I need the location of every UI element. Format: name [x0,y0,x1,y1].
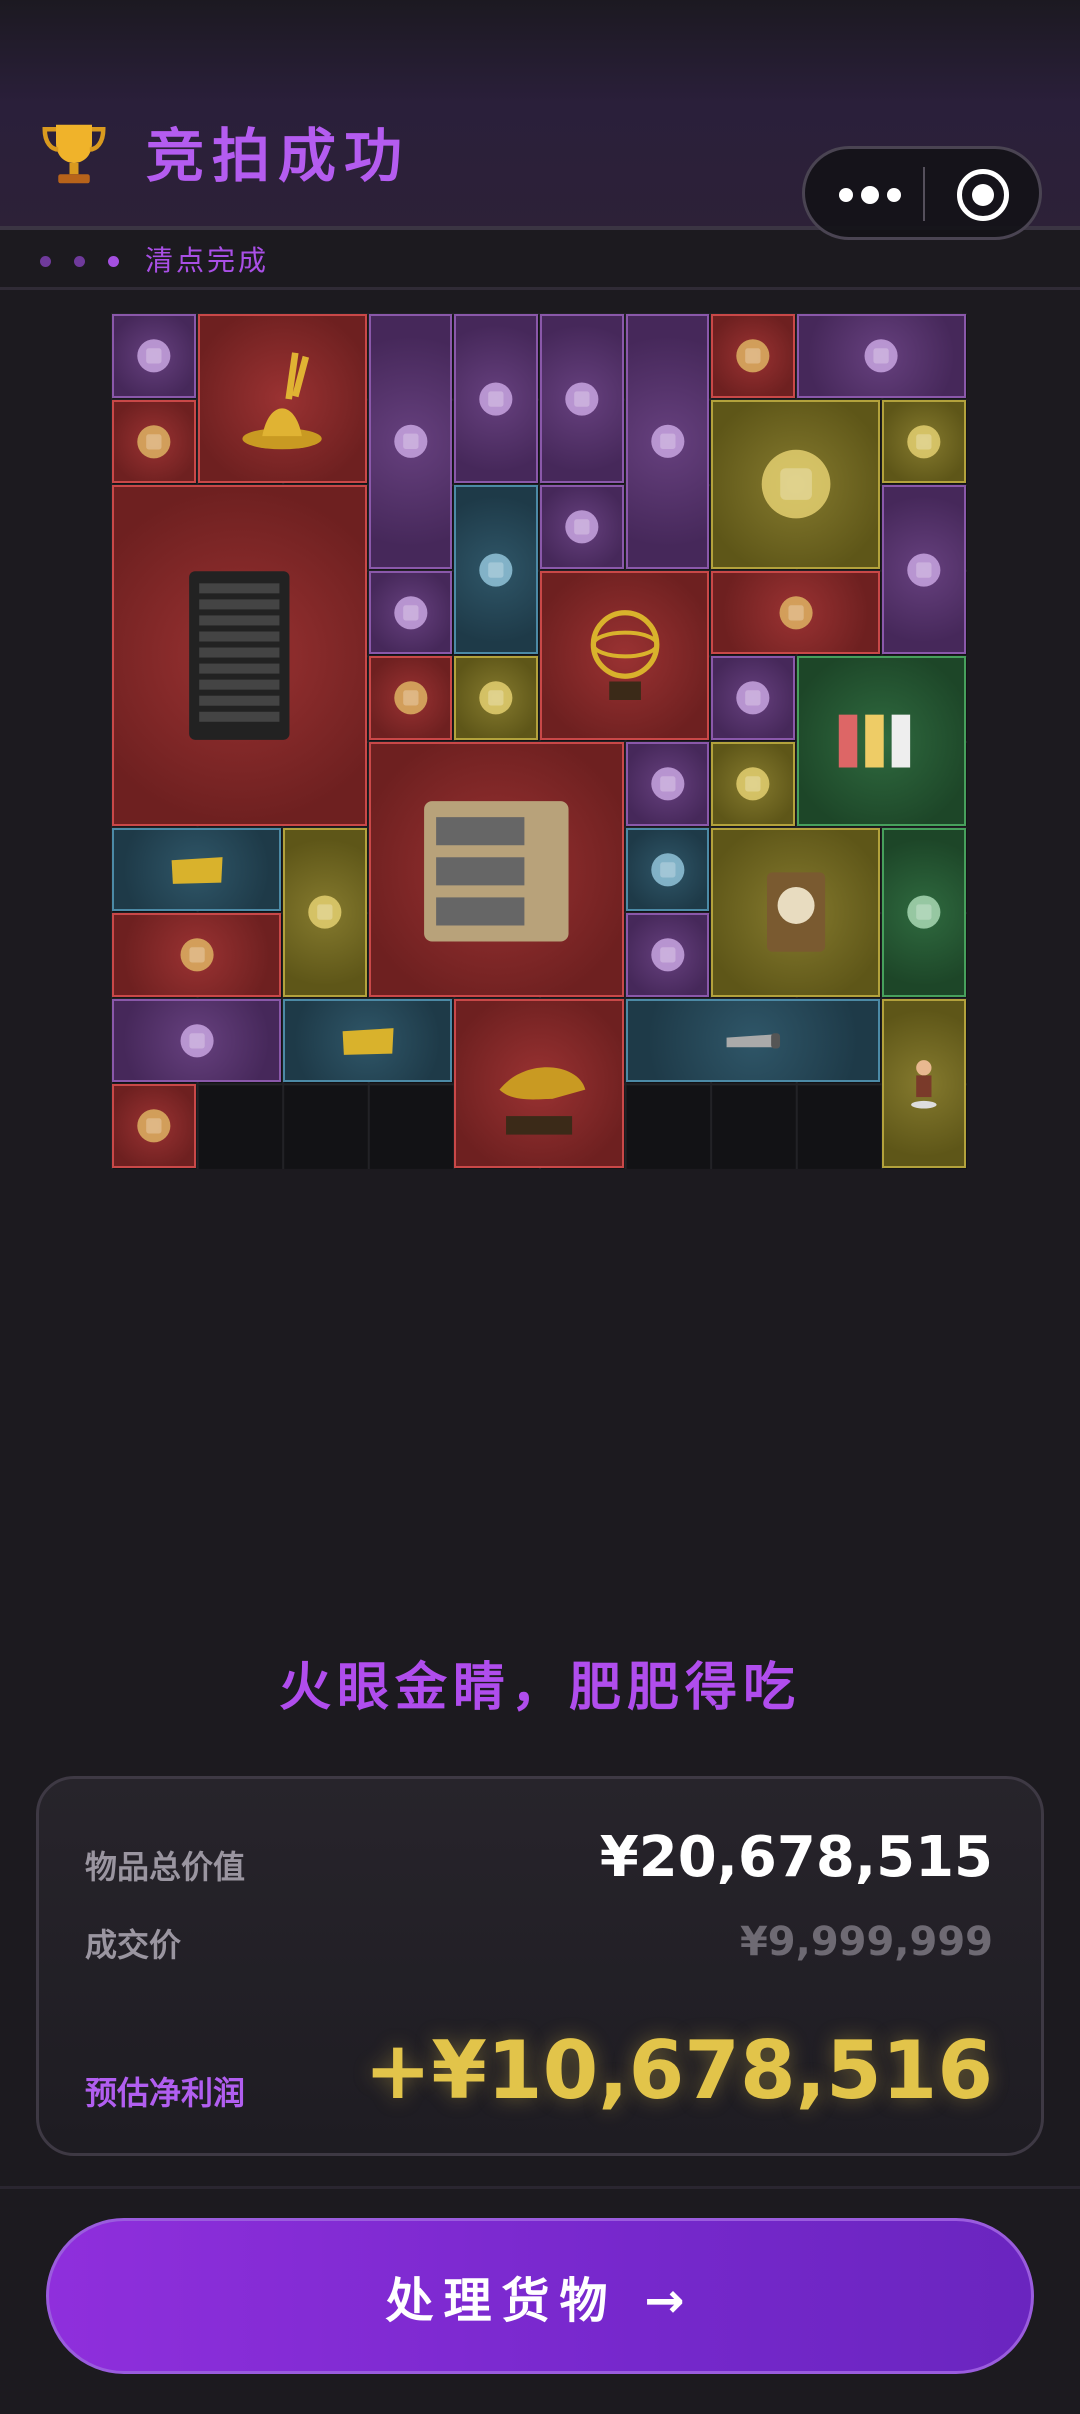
tablet-icon [565,510,599,544]
inventory-item-old-map[interactable] [882,485,966,655]
golden-teapot-icon [565,382,599,416]
crocodile-statue-icon [499,1067,586,1135]
inventory-item-graphics-card[interactable] [112,913,282,997]
inventory-item-golden-deer-statue[interactable] [197,314,367,484]
inventory-item-crocodile-statue[interactable] [454,998,624,1168]
inventory-item-spice-rack[interactable] [796,656,966,826]
circuit-board-icon [779,596,813,630]
progress-dot [74,256,85,267]
old-map-icon [907,553,941,587]
armillary-sphere-icon [590,610,659,701]
spice-rack-icon [839,714,911,768]
deal-price-label: 成交价 [85,1926,182,1964]
trophy-icon [42,124,106,184]
gold-bar-icon [171,856,223,884]
inventory-item-dagger[interactable] [112,314,196,398]
fuse-tube-icon [907,424,941,458]
inventory-item-diamond[interactable] [368,656,453,740]
lantern-icon [394,424,428,458]
inventory-item-armillary-sphere[interactable] [540,570,710,740]
antique-clock-icon [766,872,825,952]
status-label: 清点完成 [145,244,270,277]
inventory-item-wall-panel[interactable] [882,827,966,997]
inventory-item-lantern[interactable] [368,314,453,569]
status-strip: 清点完成 [0,232,1080,290]
smart-watch-icon [736,681,770,715]
walkie-talkie-icon [394,596,428,630]
wall-panel-icon [907,895,941,929]
inventory-item-inhaler[interactable] [454,656,538,740]
telescope-icon [479,553,513,587]
inventory-item-golden-teapot[interactable] [540,314,624,484]
inventory-item-horn-necklace[interactable] [112,998,282,1083]
total-value: ¥20,678,515 [599,1825,993,1890]
inventory-item-fuse-tube[interactable] [882,399,966,484]
progress-dot [108,256,119,267]
dagger-icon [137,339,171,373]
more-dots-icon[interactable] [835,175,915,215]
inventory-grid [111,313,967,1169]
sensor-module-icon [137,1109,171,1143]
horn-necklace-icon [180,1024,214,1058]
medical-clipboard-icon [761,449,831,519]
figurine-icon [911,1060,937,1109]
boombox-icon [864,339,898,373]
capsule-separator [923,167,925,221]
inventory-item-server-rack[interactable] [112,485,367,826]
inhaler-icon [479,681,513,715]
inventory-item-hand-saw[interactable] [625,998,881,1083]
inventory-item-telescope[interactable] [454,485,538,655]
inventory-item-calculator[interactable] [625,827,710,912]
lantern-icon [650,424,684,458]
calculator-icon [650,852,684,886]
golden-deer-statue-icon [242,351,322,449]
total-value-label: 物品总价值 [85,1848,246,1886]
inventory-item-camera-module[interactable] [711,314,795,398]
process-goods-label: 处理货物 → [385,2273,695,2329]
inventory-item-jade-spear-tip[interactable] [625,913,710,997]
inventory-item-tablet[interactable] [540,485,624,569]
inventory-item-smart-watch[interactable] [711,656,795,740]
inventory-item-hookah[interactable] [454,314,538,484]
deal-price: ¥9,999,999 [739,1919,993,1965]
hookah-icon [479,382,513,416]
summary-card: 物品总价值 ¥20,678,515 成交价 ¥9,999,999 预估净利润 +… [36,1776,1044,2156]
mini-program-capsule [802,146,1042,240]
inventory-item-lantern[interactable] [625,314,710,569]
inventory-item-gold-watch[interactable] [112,399,196,484]
inventory-item-antique-clock[interactable] [711,827,881,997]
inventory-item-plc-module[interactable] [711,742,795,826]
inventory-item-sensor-module[interactable] [112,1084,196,1168]
inventory-item-flare[interactable] [625,742,710,826]
military-radio-crate-icon [423,801,569,942]
hand-saw-icon [726,1032,780,1049]
gold-watch-icon [137,424,171,458]
jade-spear-tip-icon [650,938,684,972]
inventory-item-military-radio-crate[interactable] [368,742,624,997]
inventory-item-boombox[interactable] [796,314,966,398]
target-circle-icon[interactable] [957,169,1009,221]
graphics-card-icon [180,938,214,972]
plc-module-icon [736,767,770,801]
process-goods-button[interactable]: 处理货物 → [46,2218,1034,2374]
flare-icon [650,767,684,801]
inventory-item-gold-bar[interactable] [112,827,282,912]
folded-map-icon [308,895,342,929]
footer-divider [0,2186,1080,2189]
profit-label: 预估净利润 [85,2074,246,2112]
inventory-item-folded-map[interactable] [283,827,367,997]
inventory-item-figurine[interactable] [882,998,966,1168]
page-title: 竞拍成功 [146,122,411,190]
progress-dot [40,256,51,267]
profit-value: +¥10,678,516 [364,2024,993,2117]
inventory-item-circuit-board[interactable] [711,570,881,655]
inventory-item-medical-clipboard[interactable] [711,399,881,569]
server-rack-icon [189,571,290,740]
inventory-item-walkie-talkie[interactable] [368,570,453,655]
diamond-icon [394,681,428,715]
slogan-text: 火眼金睛，肥肥得吃 [278,1658,801,1718]
gold-bar-icon [342,1027,394,1055]
camera-module-icon [736,339,770,373]
inventory-item-gold-bar[interactable] [283,998,453,1083]
